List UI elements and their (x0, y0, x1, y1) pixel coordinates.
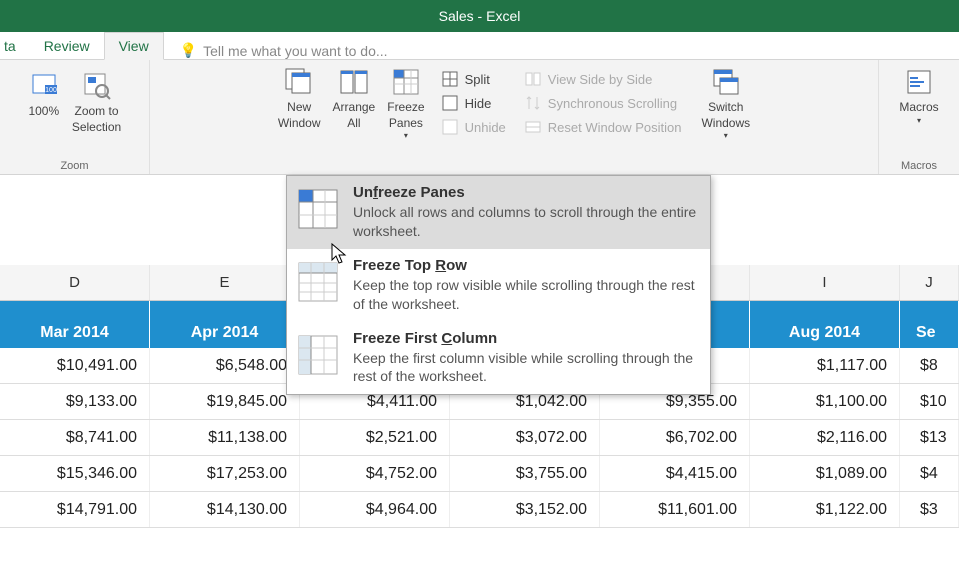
data-cell[interactable]: $3,072.00 (450, 420, 600, 455)
macros-group-label: Macros (879, 160, 959, 172)
ribbon: 100 100% Zoom to Selection Zoom New Wind… (0, 60, 959, 175)
column-header[interactable]: J (900, 265, 959, 300)
month-header-cell[interactable]: Aug 2014 (750, 318, 900, 348)
data-cell[interactable]: $8 (900, 348, 959, 383)
switch-windows-icon (710, 66, 742, 98)
dropdown-caret-icon: ▾ (917, 116, 921, 126)
data-cell[interactable]: $2,116.00 (750, 420, 900, 455)
zoom-100-icon: 100 (28, 70, 60, 102)
window-title: Sales - Excel (439, 8, 521, 24)
data-cell[interactable]: $1,100.00 (750, 384, 900, 419)
table-row: $14,791.00$14,130.00$4,964.00$3,152.00$1… (0, 492, 959, 528)
macros-icon (903, 66, 935, 98)
side-by-side-icon (524, 70, 542, 88)
data-cell[interactable]: $19,845.00 (150, 384, 300, 419)
switch-windows-button[interactable]: Switch Windows ▾ (697, 64, 754, 144)
reset-window-position-button: Reset Window Position (520, 118, 686, 136)
table-row: $15,346.00$17,253.00$4,752.00$3,755.00$4… (0, 456, 959, 492)
sync-scroll-icon (524, 94, 542, 112)
unhide-button: Unhide (437, 118, 510, 136)
tell-me-box[interactable]: 💡 Tell me what you want to do... (164, 42, 388, 59)
svg-text:100: 100 (45, 87, 57, 94)
tab-review[interactable]: Review (30, 33, 104, 59)
new-window-icon (283, 66, 315, 98)
table-row: $8,741.00$11,138.00$2,521.00$3,072.00$6,… (0, 420, 959, 456)
unfreeze-panes-icon (297, 188, 339, 230)
header-strip-cell (750, 301, 900, 318)
data-cell[interactable]: $17,253.00 (150, 456, 300, 491)
menu-description: Keep the first column visible while scro… (353, 349, 700, 387)
hide-button[interactable]: Hide (437, 94, 510, 112)
dropdown-caret-icon: ▾ (724, 131, 728, 141)
month-header-cell[interactable]: Se (900, 318, 959, 348)
column-header[interactable]: D (0, 265, 150, 300)
zoom-group-label: Zoom (0, 160, 149, 172)
split-icon (441, 70, 459, 88)
tab-data-partial[interactable]: ta (0, 33, 30, 59)
menu-description: Keep the top row visible while scrolling… (353, 276, 700, 314)
data-cell[interactable]: $14,791.00 (0, 492, 150, 527)
zoom-100-button[interactable]: 100 100% (24, 64, 64, 137)
view-side-by-side-button: View Side by Side (520, 70, 686, 88)
titlebar: Sales - Excel (0, 0, 959, 32)
data-cell[interactable]: $10,491.00 (0, 348, 150, 383)
ribbon-tabs: ta Review View 💡 Tell me what you want t… (0, 32, 959, 60)
month-header-cell[interactable]: Mar 2014 (0, 318, 150, 348)
menu-title: Unfreeze Panes (353, 184, 700, 201)
arrange-all-button[interactable]: Arrange All (329, 64, 380, 144)
header-strip-cell (0, 301, 150, 318)
data-cell[interactable]: $14,130.00 (150, 492, 300, 527)
freeze-panes-icon (390, 66, 422, 98)
freeze-panes-dropdown: Unfreeze Panes Unlock all rows and colum… (286, 175, 711, 395)
zoom-to-selection-button[interactable]: Zoom to Selection (68, 64, 125, 137)
tab-view[interactable]: View (104, 32, 164, 60)
data-cell[interactable]: $4,964.00 (300, 492, 450, 527)
data-cell[interactable]: $11,601.00 (600, 492, 750, 527)
month-header-cell[interactable]: Apr 2014 (150, 318, 300, 348)
data-cell[interactable]: $10 (900, 384, 959, 419)
column-header[interactable]: E (150, 265, 300, 300)
header-strip-cell (150, 301, 300, 318)
reset-window-icon (524, 118, 542, 136)
data-cell[interactable]: $4 (900, 456, 959, 491)
menu-title: Freeze Top Row (353, 257, 700, 274)
data-cell[interactable]: $1,117.00 (750, 348, 900, 383)
menu-item-freeze-first-column[interactable]: Freeze First Column Keep the first colum… (287, 322, 710, 395)
menu-title: Freeze First Column (353, 330, 700, 347)
header-strip-cell (900, 301, 959, 318)
data-cell[interactable]: $6,548.00 (150, 348, 300, 383)
data-cell[interactable]: $6,702.00 (600, 420, 750, 455)
new-window-button[interactable]: New Window (274, 64, 325, 144)
data-cell[interactable]: $9,133.00 (0, 384, 150, 419)
data-cell[interactable]: $3,755.00 (450, 456, 600, 491)
data-cell[interactable]: $1,089.00 (750, 456, 900, 491)
menu-item-unfreeze-panes[interactable]: Unfreeze Panes Unlock all rows and colum… (287, 176, 710, 249)
data-cell[interactable]: $4,415.00 (600, 456, 750, 491)
tell-me-placeholder: Tell me what you want to do... (203, 43, 387, 59)
macros-button[interactable]: Macros ▾ (895, 64, 942, 128)
data-cell[interactable]: $13 (900, 420, 959, 455)
lightbulb-icon: 💡 (180, 42, 197, 59)
data-cell[interactable]: $4,752.00 (300, 456, 450, 491)
freeze-top-row-icon (297, 261, 339, 303)
menu-item-freeze-top-row[interactable]: Freeze Top Row Keep the top row visible … (287, 249, 710, 322)
data-cell[interactable]: $3,152.00 (450, 492, 600, 527)
split-button[interactable]: Split (437, 70, 510, 88)
dropdown-caret-icon: ▾ (404, 131, 408, 141)
column-header[interactable]: I (750, 265, 900, 300)
hide-icon (441, 94, 459, 112)
data-cell[interactable]: $1,122.00 (750, 492, 900, 527)
menu-description: Unlock all rows and columns to scroll th… (353, 203, 700, 241)
data-cell[interactable]: $15,346.00 (0, 456, 150, 491)
data-cell[interactable]: $11,138.00 (150, 420, 300, 455)
data-cell[interactable]: $8,741.00 (0, 420, 150, 455)
synchronous-scrolling-button: Synchronous Scrolling (520, 94, 686, 112)
unhide-icon (441, 118, 459, 136)
freeze-panes-button[interactable]: Freeze Panes ▾ (383, 64, 428, 144)
arrange-all-icon (338, 66, 370, 98)
zoom-selection-icon (81, 70, 113, 102)
data-cell[interactable]: $2,521.00 (300, 420, 450, 455)
freeze-first-column-icon (297, 334, 339, 376)
data-cell[interactable]: $3 (900, 492, 959, 527)
